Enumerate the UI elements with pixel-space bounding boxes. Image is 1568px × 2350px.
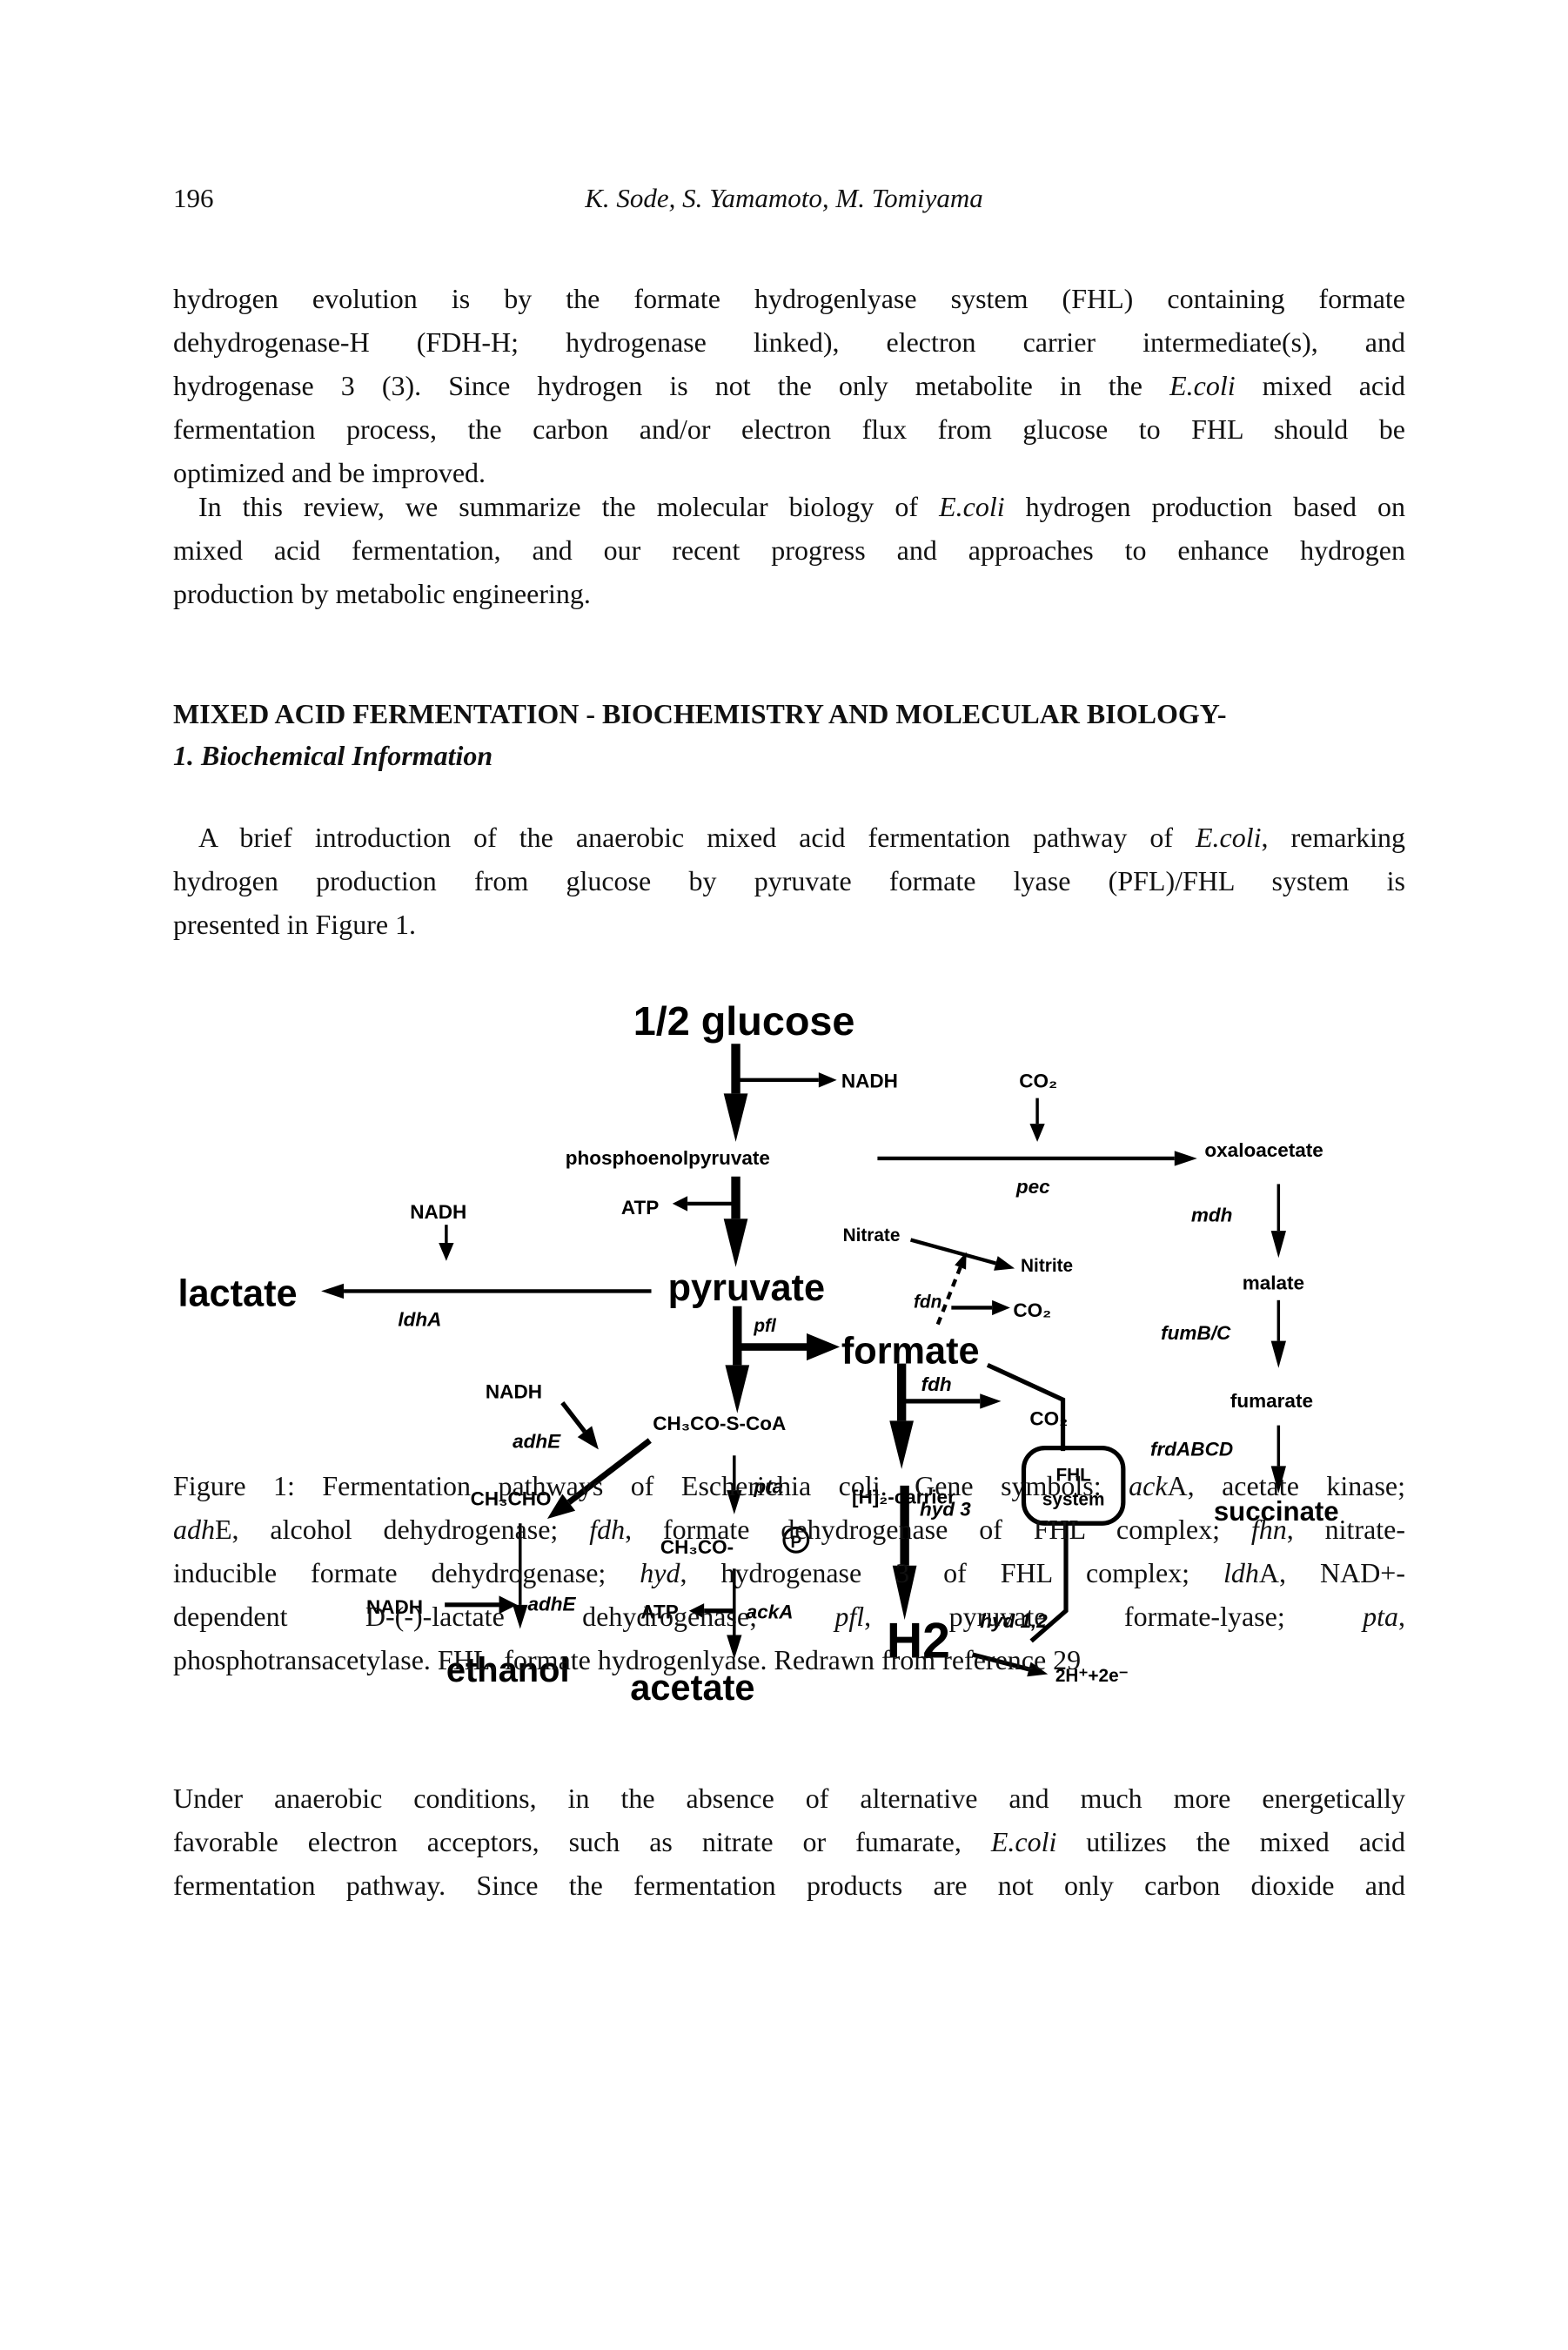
text-line: adhE, alcohol dehydrogenase; fdh, format… bbox=[173, 1507, 1405, 1551]
italic-term: adh bbox=[173, 1514, 215, 1545]
arrow-fdh-to-co2 bbox=[904, 1393, 1002, 1409]
italic-term: ldh bbox=[1223, 1557, 1259, 1588]
text-line: favorable electron acceptors, such as ni… bbox=[173, 1820, 1405, 1863]
label-phosphoenolpyruvate: phosphoenolpyruvate bbox=[566, 1147, 770, 1169]
text-line: phosphotransacetylase. FHL, formate hydr… bbox=[173, 1638, 1405, 1682]
label-frdABCD: frdABCD bbox=[1150, 1438, 1233, 1460]
text-line: Under anaerobic conditions, in the absen… bbox=[173, 1776, 1405, 1820]
arrow-mdh bbox=[1270, 1184, 1286, 1259]
label-pyruvate: pyruvate bbox=[668, 1267, 825, 1309]
arrow-pfl-to-formate bbox=[739, 1333, 841, 1361]
text-segment: fermentation pathway. Since the fermenta… bbox=[173, 1870, 1405, 1901]
arrow-pep-to-pyruvate bbox=[723, 1176, 748, 1267]
paragraph-4: Under anaerobic conditions, in the absen… bbox=[173, 1776, 1405, 1907]
fermentation-pathway-diagram: 1/2 glucose NADH CO₂ phosphoenolpyruvate… bbox=[178, 998, 1338, 1708]
arrow-fumBC bbox=[1270, 1299, 1286, 1368]
arrow-pyruvate-to-lactate bbox=[321, 1283, 652, 1299]
text-segment: Figure 1: Fermentation pathways of Esche… bbox=[173, 1470, 1129, 1501]
label-glucose: 1/2 glucose bbox=[633, 998, 855, 1044]
text-segment: A, acetate kinase; bbox=[1167, 1470, 1406, 1501]
arrow-fdn-to-co2 bbox=[951, 1299, 1010, 1316]
label-fumBC: fumB/C bbox=[1161, 1322, 1231, 1344]
text-segment: E, alcohol dehydrogenase; bbox=[215, 1514, 590, 1545]
text-segment: Under anaerobic conditions, in the absen… bbox=[173, 1783, 1405, 1814]
label-nadh-ldh: NADH bbox=[410, 1201, 466, 1223]
figure-caption: Figure 1: Fermentation pathways of Esche… bbox=[173, 1464, 1405, 1682]
arrow-nadh-ldh bbox=[439, 1225, 454, 1261]
arrow-formate-to-carrier bbox=[889, 1363, 915, 1469]
label-acetyl-coa: CH₃CO-S-CoA bbox=[653, 1413, 786, 1434]
italic-term: fdh bbox=[589, 1514, 626, 1545]
italic-term: pta bbox=[1363, 1601, 1399, 1632]
text-segment: inducible formate dehydrogenase; bbox=[173, 1557, 640, 1588]
label-fumarate: fumarate bbox=[1230, 1390, 1313, 1412]
label-ldhA: ldhA bbox=[398, 1308, 441, 1330]
arrow-nadh-glycolysis bbox=[739, 1072, 837, 1088]
text-segment: A, NAD+- bbox=[1258, 1557, 1406, 1588]
label-pfl: pfl bbox=[753, 1316, 777, 1336]
label-co2-fdh: CO₂ bbox=[1029, 1408, 1068, 1430]
label-nitrate: Nitrate bbox=[843, 1225, 901, 1246]
label-nadh-adh1: NADH bbox=[486, 1380, 542, 1402]
label-oxaloacetate: oxaloacetate bbox=[1204, 1139, 1323, 1161]
text-line: dependent D-(-)-lactate dehydrogenase; p… bbox=[173, 1595, 1405, 1638]
italic-term: pfl bbox=[834, 1601, 865, 1632]
arrow-atp-pk bbox=[672, 1196, 736, 1212]
label-mdh: mdh bbox=[1191, 1205, 1233, 1226]
label-atp-pk: ATP bbox=[621, 1197, 659, 1219]
label-pec: pec bbox=[1015, 1176, 1050, 1198]
arrow-pyruvate-to-acetylcoa bbox=[725, 1306, 750, 1413]
arrow-glucose-to-pep bbox=[723, 1044, 748, 1142]
label-fdh: fdh bbox=[921, 1373, 952, 1395]
label-co2-fdn: CO₂ bbox=[1013, 1299, 1051, 1321]
label-formate: formate bbox=[841, 1331, 980, 1373]
arrow-pep-to-oxaloacetate bbox=[877, 1151, 1197, 1166]
text-segment: utilizes the mixed acid bbox=[1056, 1826, 1406, 1857]
label-malate: malate bbox=[1243, 1272, 1304, 1294]
text-segment: , hydrogenase 3 of FHL complex; bbox=[680, 1557, 1224, 1588]
text-segment: dependent D-(-)-lactate dehydrogenase; bbox=[173, 1601, 835, 1632]
arrow-fdn-dashed bbox=[935, 1252, 967, 1326]
label-nadh-glycolysis: NADH bbox=[841, 1071, 898, 1092]
text-segment: , pyruvate formate-lyase; bbox=[864, 1601, 1364, 1632]
text-line: Figure 1: Fermentation pathways of Esche… bbox=[173, 1464, 1405, 1507]
text-segment: phosphotransacetylase. FHL, formate hydr… bbox=[173, 1644, 1082, 1675]
italic-term: ack bbox=[1129, 1470, 1168, 1501]
arrow-co2-pec bbox=[1029, 1098, 1045, 1142]
italic-term: hyd bbox=[640, 1557, 680, 1588]
italic-term: fhn bbox=[1250, 1514, 1287, 1545]
label-co2-pec: CO₂ bbox=[1019, 1071, 1057, 1092]
text-segment: , nitrate- bbox=[1286, 1514, 1406, 1545]
text-segment: favorable electron acceptors, such as ni… bbox=[173, 1826, 991, 1857]
italic-term: E.coli bbox=[990, 1826, 1057, 1857]
text-line: fermentation pathway. Since the fermenta… bbox=[173, 1863, 1405, 1907]
arrow-nadh-adh1 bbox=[560, 1401, 599, 1450]
label-lactate: lactate bbox=[178, 1273, 297, 1315]
text-line: inducible formate dehydrogenase; hyd, hy… bbox=[173, 1551, 1405, 1595]
text-segment: , bbox=[1398, 1601, 1406, 1632]
label-adhE-1: adhE bbox=[513, 1431, 561, 1453]
label-nitrite: Nitrite bbox=[1021, 1256, 1073, 1276]
text-segment: , formate dehydrogenase of FHL complex; bbox=[625, 1514, 1251, 1545]
label-fdn: fdn bbox=[914, 1292, 941, 1312]
